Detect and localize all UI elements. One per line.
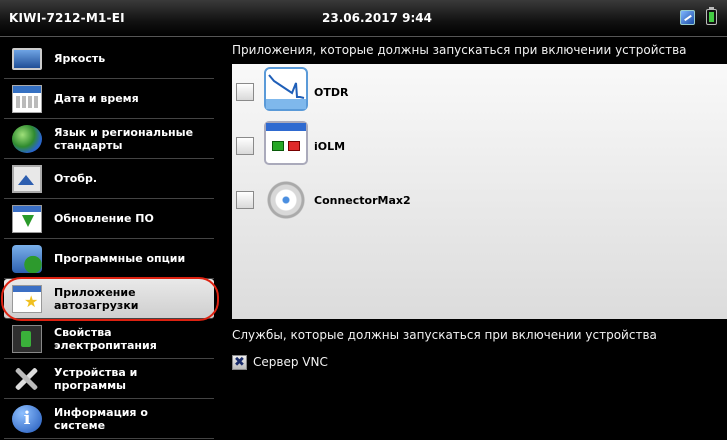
otdr-checkbox[interactable] [236,83,254,101]
sidebar-item-label: Яркость [54,52,106,65]
device-name: KIWI-7212-M1-EI [9,11,125,25]
info-icon [12,404,42,433]
list-item-otdr[interactable]: OTDR [232,67,727,115]
settings-sidebar: Яркость Дата и время Язык и региональные… [0,37,222,440]
sidebar-item-software-update[interactable]: Обновление ПО [4,199,214,239]
globe-icon [12,124,42,153]
sidebar-item-software-options[interactable]: Программные опции [4,239,214,279]
connectormax2-checkbox[interactable] [236,191,254,209]
list-item-iolm[interactable]: iOLM [232,121,727,169]
connectormax-icon [264,178,308,222]
apps-heading: Приложения, которые должны запускаться п… [232,43,687,57]
sidebar-item-label: Свойства электропитания [54,325,157,352]
brightness-monitor-icon [12,48,42,70]
vnc-checkbox[interactable]: ✖ [232,355,247,370]
startup-apps-list: OTDR iOLM ConnectorMax2 [232,64,727,319]
main-content: Приложения, которые должны запускаться п… [222,37,727,440]
otdr-icon [264,67,308,111]
sidebar-item-system-info[interactable]: Информация о системе [4,399,214,439]
sidebar-item-label: Дата и время [54,92,139,105]
sidebar-item-display[interactable]: Отобр. [4,159,214,199]
app-name: OTDR [314,86,349,99]
sidebar-item-power[interactable]: Свойства электропитания [4,319,214,359]
selection-highlight-ring [1,277,219,321]
sidebar-item-brightness[interactable]: Яркость [4,39,214,79]
date-time: 23.06.2017 9:44 [322,11,432,25]
iolm-checkbox[interactable] [236,137,254,155]
display-icon [12,164,42,193]
sidebar-item-label: Программные опции [54,252,186,265]
sidebar-item-date-time[interactable]: Дата и время [4,79,214,119]
calendar-icon [12,84,42,113]
battery-icon[interactable] [706,7,717,25]
title-bar: KIWI-7212-M1-EI 23.06.2017 9:44 [0,0,727,37]
app-name: iOLM [314,140,346,153]
services-heading: Службы, которые должны запускаться при в… [232,328,657,342]
sidebar-item-devices[interactable]: Устройства и программы [4,359,214,399]
software-update-icon [12,204,42,233]
list-item-connectormax2[interactable]: ConnectorMax2 [232,176,727,224]
sidebar-item-language[interactable]: Язык и региональные стандарты [4,119,214,159]
sidebar-item-label: Обновление ПО [54,212,154,225]
service-name: Сервер VNC [253,355,328,369]
puzzle-icon [12,244,42,273]
network-icon[interactable] [680,10,695,25]
tools-icon [12,365,42,393]
iolm-icon [264,121,308,165]
app-name: ConnectorMax2 [314,194,411,207]
sidebar-item-label: Информация о системе [54,405,148,432]
sidebar-item-label: Отобр. [54,172,98,185]
sidebar-item-label: Язык и региональные стандарты [54,125,194,152]
sidebar-item-label: Устройства и программы [54,365,138,392]
power-icon [12,324,42,353]
